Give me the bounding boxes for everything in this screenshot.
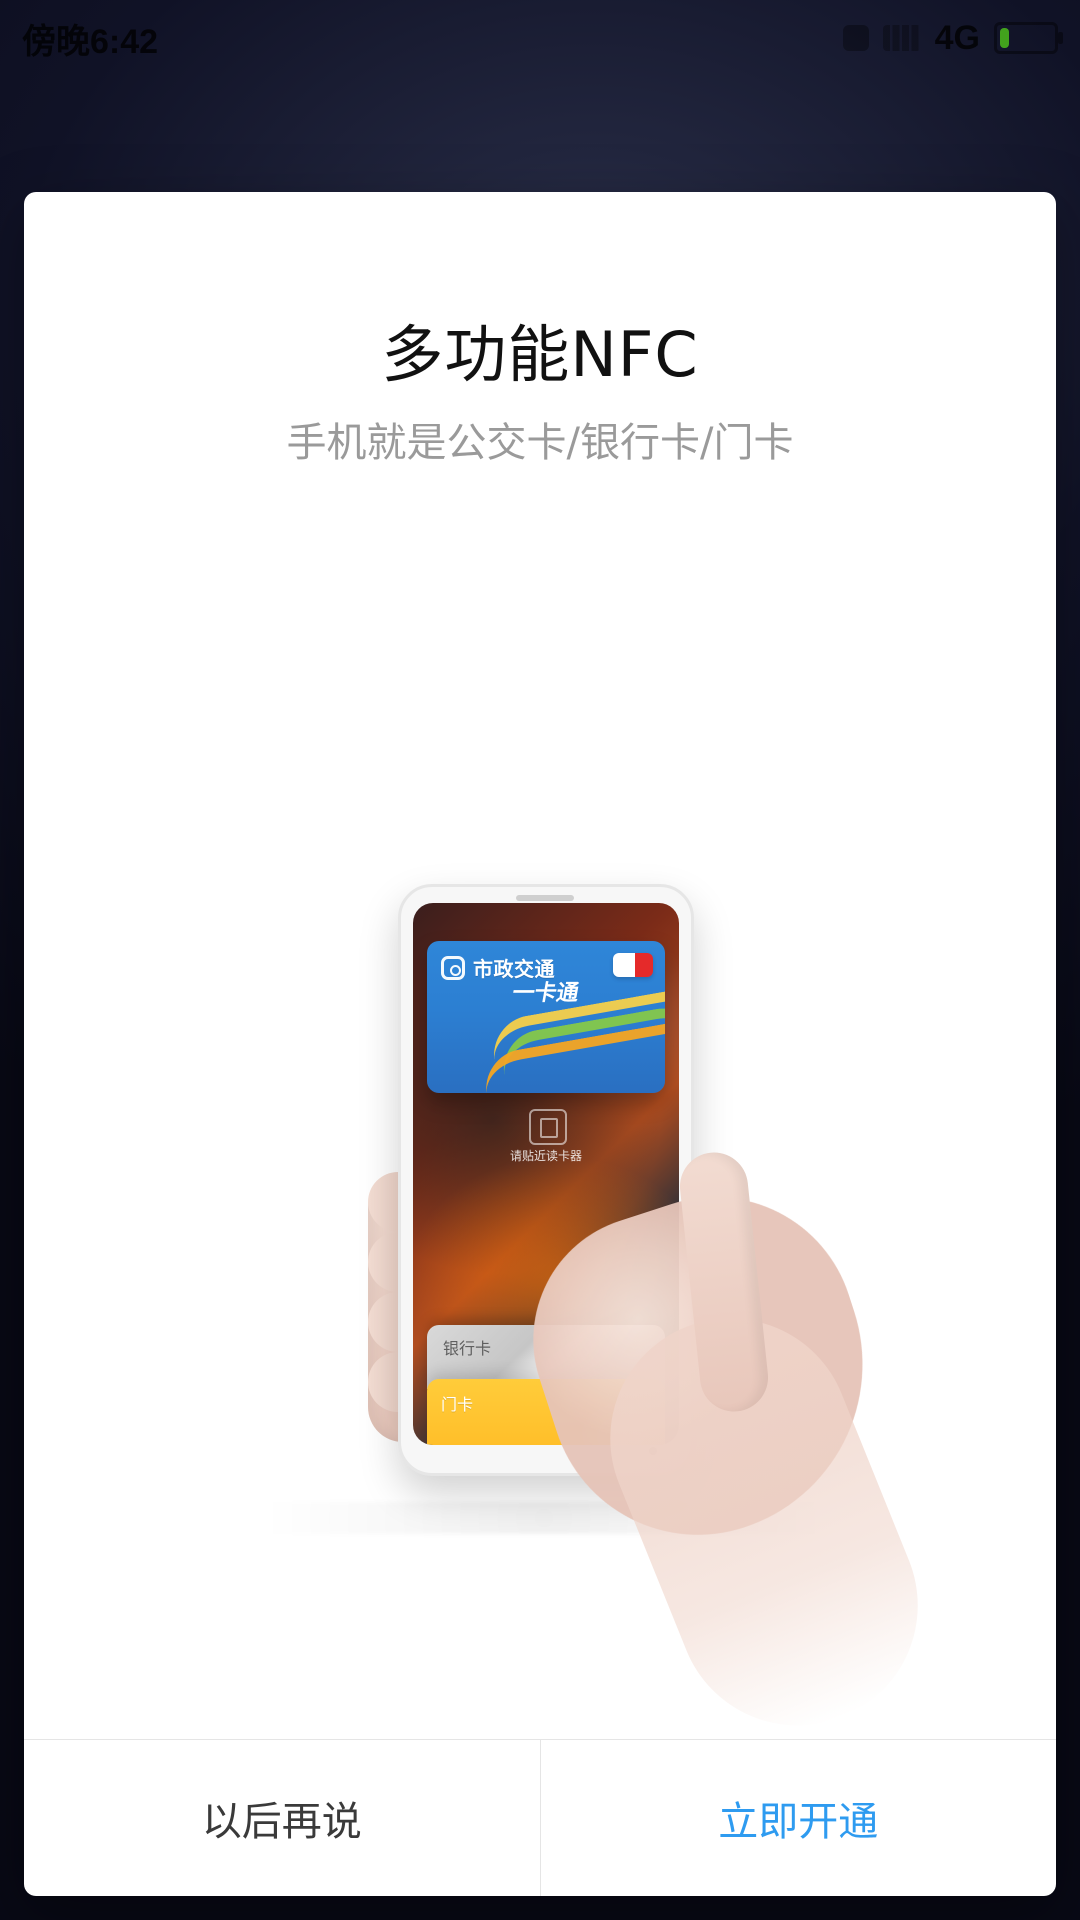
do-not-disturb-icon — [842, 25, 869, 51]
transit-card: 市政交通 一卡通 — [427, 941, 665, 1093]
transit-logo-icon — [441, 955, 465, 980]
later-button[interactable]: 以后再说 — [24, 1740, 541, 1896]
battery-icon — [994, 22, 1063, 54]
status-time: 傍晚6:42 — [22, 22, 159, 61]
status-bar: 傍晚6:42 4G — [0, 0, 1080, 76]
status-left: 傍晚6:42 — [22, 14, 158, 63]
union-badge-icon — [613, 953, 653, 977]
battery-fill — [1000, 28, 1009, 48]
card-reader-icon — [529, 1109, 567, 1145]
door-card-label: 门卡 — [441, 1395, 474, 1414]
dialog-actions: 以后再说 立即开通 — [24, 1739, 1056, 1896]
dialog-subtitle: 手机就是公交卡/银行卡/门卡 — [286, 420, 794, 466]
transit-card-brand-line2: 一卡通 — [510, 981, 581, 1006]
nfc-dialog: 多功能NFC 手机就是公交卡/银行卡/门卡 市政交通 一卡通 请贴近读卡器 银行… — [24, 192, 1056, 1896]
bank-card-label: 银行卡 — [443, 1339, 492, 1358]
enable-now-button[interactable]: 立即开通 — [541, 1740, 1057, 1896]
signal-icon — [882, 25, 921, 51]
nfc-illustration: 市政交通 一卡通 请贴近读卡器 银行卡 门卡 — [24, 612, 1056, 1762]
phone-speaker — [516, 895, 574, 901]
network-type: 4G — [934, 18, 980, 57]
reader-prompt: 请贴近读卡器 — [509, 1149, 582, 1163]
dialog-title: 多功能NFC — [381, 318, 699, 391]
status-right: 4G — [842, 18, 1063, 58]
